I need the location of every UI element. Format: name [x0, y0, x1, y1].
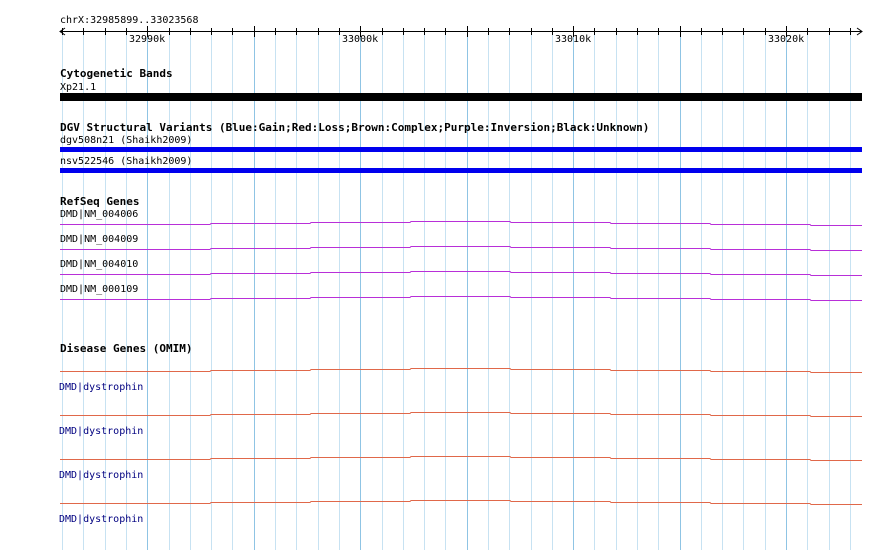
omim-gene-line — [60, 412, 862, 417]
omim-gene-line — [60, 500, 862, 505]
omim-gene-models[interactable] — [0, 0, 890, 550]
omim-gene-line — [60, 456, 862, 461]
omim-gene-line — [60, 368, 862, 373]
